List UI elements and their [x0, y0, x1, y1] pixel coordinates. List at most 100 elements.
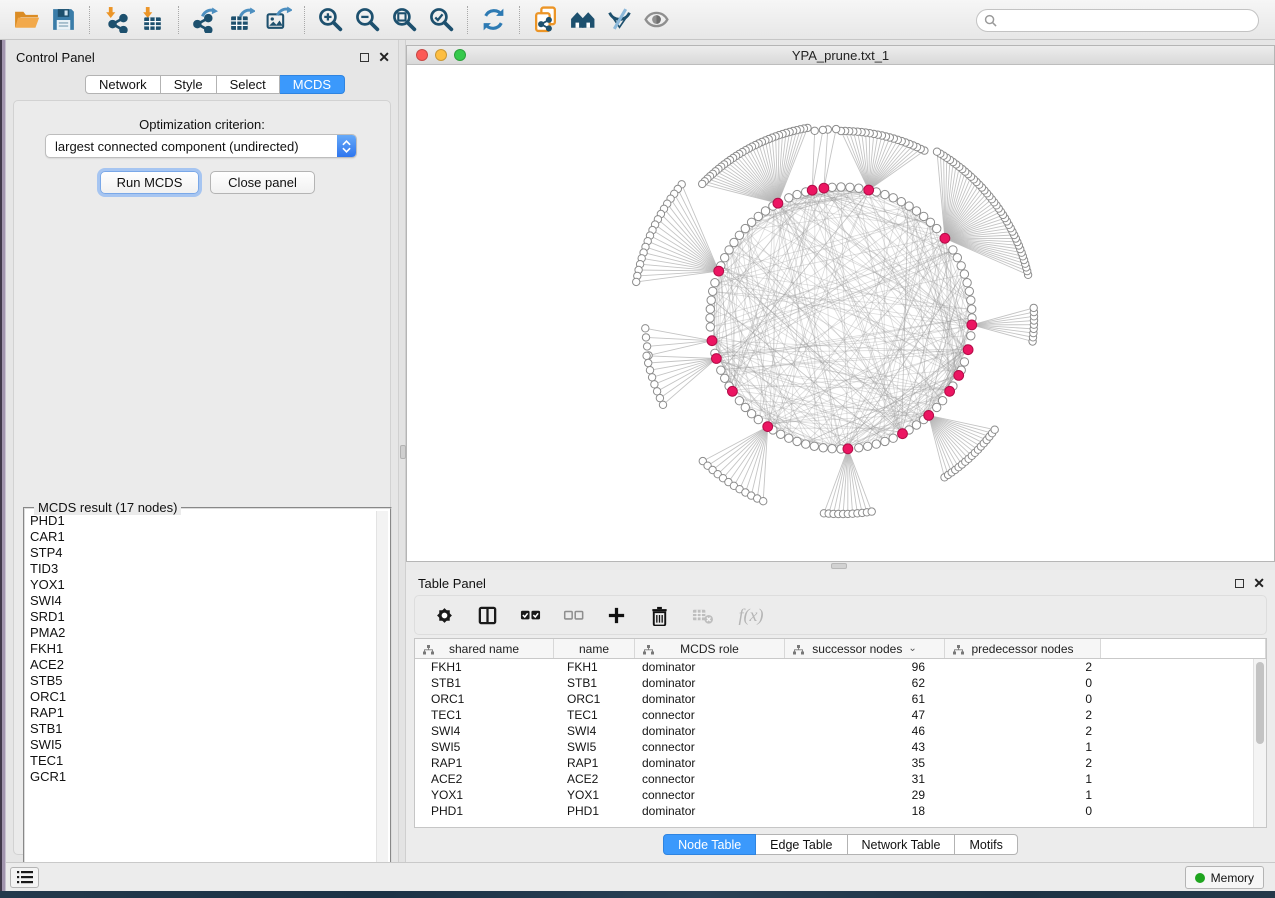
zoom-fit-content-button[interactable] — [386, 3, 423, 37]
network-node[interactable] — [965, 287, 973, 295]
network-node[interactable] — [868, 508, 875, 515]
network-node[interactable] — [889, 194, 897, 202]
tab-network[interactable]: Network — [85, 75, 161, 94]
mcds-result-item[interactable]: STB1 — [30, 721, 374, 737]
table-row[interactable]: ACE2ACE2connector311 — [415, 771, 1266, 787]
network-node[interactable] — [912, 421, 920, 429]
network-node[interactable] — [949, 246, 957, 254]
network-node[interactable] — [933, 403, 941, 411]
zoom-out-button[interactable] — [349, 3, 386, 37]
network-node[interactable] — [926, 218, 934, 226]
table-settings-button[interactable] — [433, 604, 455, 626]
mcds-result-item[interactable]: GCR1 — [30, 769, 374, 785]
mcds-dominator-node[interactable] — [714, 266, 724, 276]
float-panel-icon[interactable] — [1235, 579, 1244, 588]
mcds-result-item[interactable]: ORC1 — [30, 689, 374, 705]
network-node[interactable] — [642, 325, 649, 332]
network-node[interactable] — [793, 190, 801, 198]
mcds-result-item[interactable]: PHD1 — [30, 513, 374, 529]
network-node[interactable] — [968, 305, 976, 313]
mcds-result-item[interactable]: SWI5 — [30, 737, 374, 753]
show-hide-graphics-button[interactable] — [638, 3, 675, 37]
mcds-dominator-node[interactable] — [963, 345, 973, 355]
network-node[interactable] — [747, 410, 755, 418]
network-node[interactable] — [760, 498, 767, 505]
network-node[interactable] — [991, 426, 998, 433]
network-node[interactable] — [881, 190, 889, 198]
network-node[interactable] — [642, 334, 649, 341]
float-panel-icon[interactable] — [360, 53, 369, 62]
search-input[interactable] — [1001, 10, 1258, 31]
network-node[interactable] — [810, 442, 818, 450]
network-node[interactable] — [920, 212, 928, 220]
toggle-graphics-details-button[interactable] — [601, 3, 638, 37]
network-node[interactable] — [725, 246, 733, 254]
splitter-handle[interactable] — [831, 563, 847, 569]
network-canvas[interactable] — [407, 65, 1274, 561]
network-node[interactable] — [889, 434, 897, 442]
optimization-criterion-select[interactable]: largest connected component (undirected) — [45, 134, 357, 158]
clone-network-button[interactable] — [527, 3, 564, 37]
mcds-result-item[interactable]: STB5 — [30, 673, 374, 689]
network-node[interactable] — [881, 437, 889, 445]
network-node[interactable] — [741, 403, 749, 411]
mcds-result-item[interactable]: FKH1 — [30, 641, 374, 657]
horizontal-splitter[interactable] — [406, 562, 1275, 570]
delete-columns-button[interactable] — [648, 604, 670, 626]
mcds-result-item[interactable]: TID3 — [30, 561, 374, 577]
mcds-list-scrollbar[interactable] — [376, 511, 388, 874]
close-panel-button[interactable]: Close panel — [210, 171, 315, 194]
network-node[interactable] — [963, 279, 971, 287]
network-node[interactable] — [855, 184, 863, 192]
network-node[interactable] — [754, 415, 762, 423]
zoom-in-button[interactable] — [312, 3, 349, 37]
mcds-dominator-node[interactable] — [712, 354, 722, 364]
mcds-dominator-node[interactable] — [924, 411, 934, 421]
column-header-MCDS-role[interactable]: MCDS role — [635, 639, 785, 658]
column-header-successor-nodes[interactable]: successor nodes⌄ — [785, 639, 945, 658]
network-node[interactable] — [846, 183, 854, 191]
network-node[interactable] — [643, 343, 650, 350]
table-row[interactable]: STB1STB1dominator620 — [415, 675, 1266, 691]
network-node[interactable] — [960, 270, 968, 278]
network-node[interactable] — [711, 279, 719, 287]
first-neighbors-button[interactable] — [564, 3, 601, 37]
network-node[interactable] — [933, 224, 941, 232]
network-node[interactable] — [967, 332, 975, 340]
mcds-dominator-node[interactable] — [773, 198, 783, 208]
network-node[interactable] — [754, 212, 762, 220]
mcds-dominator-node[interactable] — [945, 386, 955, 396]
network-node[interactable] — [864, 442, 872, 450]
mcds-dominator-node[interactable] — [967, 320, 977, 330]
table-scrollbar[interactable] — [1253, 659, 1266, 827]
vertical-splitter[interactable] — [398, 40, 406, 862]
table-row[interactable]: FKH1FKH1dominator962 — [415, 659, 1266, 675]
mcds-dominator-node[interactable] — [940, 233, 950, 243]
network-node[interactable] — [709, 287, 717, 295]
mcds-result-item[interactable]: SRD1 — [30, 609, 374, 625]
save-session-button[interactable] — [45, 3, 82, 37]
export-table-button[interactable] — [223, 3, 260, 37]
mcds-dominator-node[interactable] — [898, 429, 908, 439]
show-columns-button[interactable] — [476, 604, 498, 626]
network-node[interactable] — [699, 180, 706, 187]
tab-style[interactable]: Style — [161, 75, 217, 94]
close-panel-icon[interactable]: ✕ — [1253, 577, 1265, 589]
scrollbar-thumb[interactable] — [1256, 662, 1264, 744]
network-node[interactable] — [717, 366, 725, 374]
network-node[interactable] — [811, 127, 818, 134]
create-column-button[interactable] — [605, 604, 627, 626]
column-header-predecessor-nodes[interactable]: predecessor nodes — [945, 639, 1101, 658]
network-node[interactable] — [897, 198, 905, 206]
open-session-button[interactable] — [8, 3, 45, 37]
search-box[interactable] — [976, 9, 1259, 32]
task-history-button[interactable] — [10, 867, 39, 888]
mcds-dominator-node[interactable] — [728, 386, 738, 396]
network-node[interactable] — [960, 358, 968, 366]
mcds-result-item[interactable]: RAP1 — [30, 705, 374, 721]
network-node[interactable] — [953, 254, 961, 262]
table-row[interactable]: ORC1ORC1dominator610 — [415, 691, 1266, 707]
table-row[interactable]: TEC1TEC1connector472 — [415, 707, 1266, 723]
import-table-from-file-button[interactable] — [134, 3, 171, 37]
mcds-result-item[interactable]: STP4 — [30, 545, 374, 561]
